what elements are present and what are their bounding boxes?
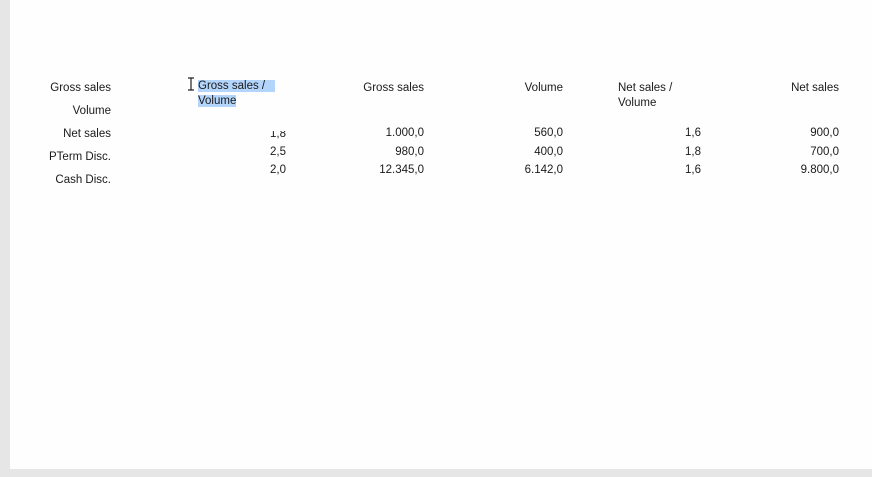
- cell-r2-c1: 2,5: [270, 146, 286, 158]
- text-cursor-icon: [188, 77, 194, 91]
- cell-r2-c4: 1,8: [685, 146, 701, 158]
- cell-r1-c2: 1.000,0: [385, 127, 424, 139]
- header-line-1: Gross sales /: [198, 80, 276, 92]
- cell-r1-c3: 560,0: [534, 127, 563, 139]
- cell-clip: 1,8: [210, 131, 286, 139]
- cell-r2-c3: 400,0: [534, 146, 563, 158]
- header-net-sales: Net sales: [791, 82, 839, 94]
- header-line-2: Volume: [198, 95, 237, 107]
- header-gross-sales-per-volume[interactable]: Gross sales / Volume: [198, 79, 298, 109]
- row-label-cash-disc: Cash Disc.: [55, 174, 111, 186]
- document-page[interactable]: Gross sales Volume Net sales PTerm Disc.…: [10, 0, 872, 469]
- row-label-net-sales: Net sales: [63, 128, 111, 140]
- cell-r1-c4: 1,6: [685, 127, 701, 139]
- cell-r2-c2: 980,0: [395, 146, 424, 158]
- header-net-sales-per-volume: Net sales / Volume: [618, 81, 718, 111]
- cell-r3-c2: 12.345,0: [379, 164, 424, 176]
- cell-r3-c1: 2,0: [270, 164, 286, 176]
- row-label-gross-sales: Gross sales: [50, 82, 111, 94]
- header-volume: Volume: [524, 82, 563, 94]
- header-gross-sales: Gross sales: [363, 82, 424, 94]
- cell-r3-c5: 9.800,0: [800, 164, 839, 176]
- header-line-1: Net sales /: [618, 82, 673, 94]
- cell-r1-c5: 900,0: [810, 127, 839, 139]
- row-label-volume: Volume: [72, 105, 111, 117]
- header-line-2: Volume: [618, 97, 657, 109]
- cell-r3-c4: 1,6: [685, 164, 701, 176]
- cell-r1-c1: 1,8: [270, 131, 286, 139]
- cell-r3-c3: 6.142,0: [524, 164, 563, 176]
- row-label-pterm-disc: PTerm Disc.: [49, 151, 111, 163]
- cell-r2-c5: 700,0: [810, 146, 839, 158]
